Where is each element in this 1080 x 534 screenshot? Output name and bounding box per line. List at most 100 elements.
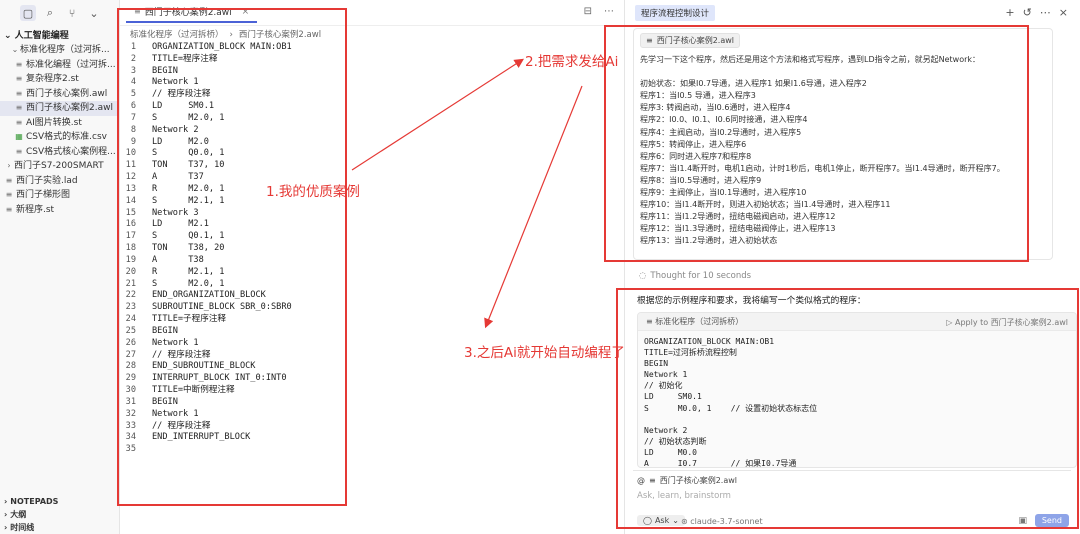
user-message-line: 程序6：同时进入程序7和程序8 [640, 151, 752, 161]
apply-to-file-button[interactable]: ▷ Apply to 西门子核心案例2.awl [946, 317, 1068, 328]
code-line[interactable]: 7 S M2.0, 1 [120, 113, 624, 125]
code-line[interactable]: 29 INTERRUPT_BLOCK INT_0:INT0 [120, 373, 624, 385]
close-icon[interactable]: × [1059, 6, 1068, 19]
tab-active-file[interactable]: ≡ 西门子核心案例2.awl × [126, 3, 258, 23]
code-text: LD SM0.1 [152, 101, 215, 112]
code-line[interactable]: 30 TITLE=中断例程注释 [120, 385, 624, 397]
code-line[interactable]: 21 S M2.0, 1 [120, 279, 624, 291]
tree-file[interactable]: ≡ 西门子核心案例2.awl [0, 101, 119, 116]
chat-input[interactable] [637, 491, 1057, 501]
code-line[interactable]: 24 TITLE=子程序注释 [120, 314, 624, 326]
code-line[interactable]: 22 END_ORGANIZATION_BLOCK [120, 290, 624, 302]
code-line[interactable]: 19 A T38 [120, 255, 624, 267]
code-line[interactable]: 31 BEGIN [120, 397, 624, 409]
source-control-icon[interactable]: ⑂ [64, 5, 80, 21]
code-line[interactable]: 12 A T37 [120, 172, 624, 184]
section-timeline[interactable]: › 时间线 [0, 521, 120, 534]
line-number: 30 [125, 385, 136, 396]
code-line[interactable]: 2 TITLE=程序注释 [120, 54, 624, 66]
code-line[interactable]: 34 END_INTERRUPT_BLOCK [120, 432, 624, 444]
chevron-down-icon[interactable]: ⌄ [86, 5, 102, 21]
tree-file[interactable]: ▦ CSV格式的标准.csv [0, 130, 119, 145]
chevron-right-icon: › [229, 30, 233, 40]
line-number: 22 [125, 290, 136, 301]
model-selector[interactable]: ⊛ claude-3.7-sonnet [681, 517, 763, 526]
code-line[interactable]: 14 S M2.1, 1 [120, 196, 624, 208]
breadcrumb-folder[interactable]: 标准化程序（过河拆桥） [130, 28, 224, 42]
tree-file[interactable]: ≡ 西门子核心案例.awl [0, 87, 119, 102]
tree-file[interactable]: ≡ CSV格式核心案例程... [0, 145, 119, 160]
more-icon[interactable]: ⋯ [604, 6, 614, 17]
tree-file[interactable]: ≡ AI图片转换.st [0, 116, 119, 131]
plus-icon[interactable]: + [1005, 6, 1014, 19]
tree-folder[interactable]: › 西门子S7-200SMART [0, 159, 119, 174]
input-attachment-chip[interactable]: @ ≡ 西门子核心案例2.awl [637, 475, 737, 486]
tree-folder[interactable]: ⌄ 标准化程序（过河拆... [0, 43, 119, 58]
workspace-root[interactable]: ⌄ 人工智能编程 [0, 29, 119, 43]
code-text: A T38 [152, 254, 204, 265]
mode-selector[interactable]: ◯ Ask ⌄ [637, 515, 685, 526]
section-outline[interactable]: › 大纲 [0, 508, 120, 521]
code-line[interactable]: 35 [120, 444, 624, 456]
send-button[interactable]: Send [1034, 514, 1069, 527]
code-line[interactable]: 28 END_SUBROUTINE_BLOCK [120, 361, 624, 373]
search-icon[interactable]: ⌕ [42, 5, 58, 21]
code-line[interactable]: 4 Network 1 [120, 77, 624, 89]
thought-indicator[interactable]: ◌ Thought for 10 seconds [639, 271, 751, 281]
split-editor-icon[interactable]: ⊟ [584, 6, 592, 17]
code-line[interactable]: 13 R M2.0, 1 [120, 184, 624, 196]
code-line[interactable]: 16 LD M2.1 [120, 219, 624, 231]
code-line[interactable]: 15 Network 3 [120, 208, 624, 220]
code-line[interactable]: 9 LD M2.0 [120, 137, 624, 149]
tree-file[interactable]: ≡ 复杂程序2.st [0, 72, 119, 87]
user-message-line: 程序4：主阀启动，当I0.2导通时，进入程序5 [640, 127, 802, 137]
code-block-line: BEGIN [644, 359, 669, 369]
file-tree: ⌄ 标准化程序（过河拆... ≡ 标准化编程（过河拆... ≡ 复杂程序2.st ≡ 西门子核… [0, 43, 119, 217]
code-line[interactable]: 32 Network 1 [120, 409, 624, 421]
user-message-line: 程序1：当I0.5 导通，进入程序3 [640, 91, 756, 101]
code-line[interactable]: 33 // 程序段注释 [120, 421, 624, 433]
code-line[interactable]: 11 TON T37, 10 [120, 160, 624, 172]
code-text: BEGIN [152, 325, 178, 336]
user-message[interactable]: ≡ 西门子核心案例2.awl 先学习一下这个程序，然后还是用这个方法和格式写程序… [633, 28, 1053, 260]
code-line[interactable]: 23 SUBROUTINE_BLOCK SBR_0:SBR0 [120, 302, 624, 314]
tree-file[interactable]: ≡ 西门子实验.lad [0, 174, 119, 189]
code-line[interactable]: 20 R M2.1, 1 [120, 267, 624, 279]
code-line[interactable]: 27 // 程序段注释 [120, 350, 624, 362]
at-icon[interactable]: @ [637, 476, 645, 485]
code-line[interactable]: 1 ORGANIZATION_BLOCK MAIN:OB1 [120, 42, 624, 54]
code-text: END_SUBROUTINE_BLOCK [152, 361, 256, 372]
code-line[interactable]: 18 TON T38, 20 [120, 243, 624, 255]
attachment-chip[interactable]: ≡ 西门子核心案例2.awl [640, 33, 741, 48]
code-lines[interactable]: 1 ORGANIZATION_BLOCK MAIN:OB1 2 TITLE=程序注释 3… [120, 42, 624, 456]
code-block-line: A I0.7 // 如果I0.7导通 [644, 459, 797, 468]
explorer-sidebar: ▢ ⌕ ⑂ ⌄ ⌄ 人工智能编程 ⌄ 标准化程序（过河拆... ≡ 标准化编程（过河拆… [0, 0, 120, 534]
line-number: 33 [125, 420, 136, 431]
more-icon[interactable]: ⋯ [1040, 6, 1051, 19]
code-line[interactable]: 3 BEGIN [120, 66, 624, 78]
code-line[interactable]: 17 S Q0.1, 1 [120, 231, 624, 243]
breadcrumb-file[interactable]: 西门子核心案例2.awl [239, 28, 321, 42]
code-line[interactable]: 10 S Q0.0, 1 [120, 148, 624, 160]
tree-file[interactable]: ≡ 新程序.st [0, 203, 119, 218]
tree-file[interactable]: ≡ 西门子梯形图 [0, 188, 119, 203]
line-number: 12 [125, 172, 136, 183]
chat-title[interactable]: 程序流程控制设计 [635, 5, 716, 21]
history-icon[interactable]: ↺ [1023, 6, 1032, 19]
files-icon[interactable]: ▢ [20, 5, 36, 21]
code-text: Network 1 [152, 337, 199, 348]
file-icon: ≡ [15, 103, 23, 112]
code-line[interactable]: 8 Network 2 [120, 125, 624, 137]
code-line[interactable]: 5 // 程序段注释 [120, 89, 624, 101]
tree-file[interactable]: ≡ 标准化编程（过河拆... [0, 58, 119, 73]
ai-chat-panel: 程序流程控制设计 + ↺ ⋯ × ≡ 西门子核心案例2.awl 先学习一下这个程… [624, 0, 1080, 534]
code-block-content[interactable]: ORGANIZATION_BLOCK MAIN:OB1 TITLE=过河拆桥流程控… [638, 331, 1076, 468]
code-line[interactable]: 26 Network 1 [120, 338, 624, 350]
code-line[interactable]: 25 BEGIN [120, 326, 624, 338]
image-icon[interactable]: ▣ [1018, 516, 1027, 526]
code-line[interactable]: 6 LD SM0.1 [120, 101, 624, 113]
close-icon[interactable]: × [242, 7, 250, 17]
tree-item-label: 新程序.st [16, 204, 55, 215]
section-notepads[interactable]: › NOTEPADS [0, 495, 120, 508]
file-icon: ≡ [15, 59, 23, 69]
